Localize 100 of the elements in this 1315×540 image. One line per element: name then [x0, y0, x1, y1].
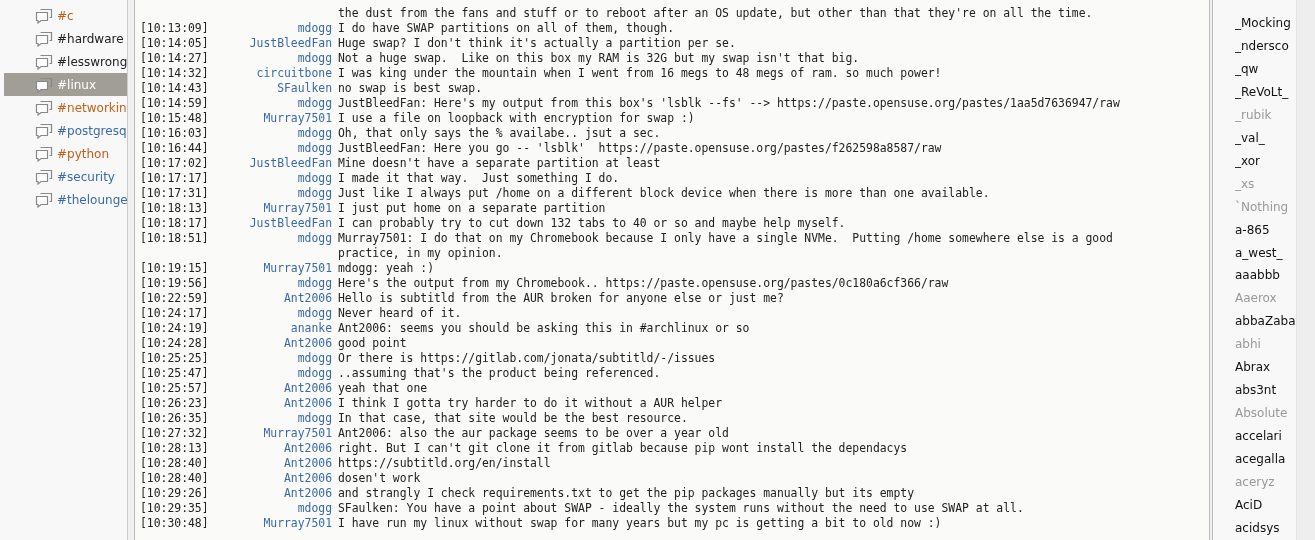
message-text: Hello is subtitld from the AUR broken for anyone else or just me?: [338, 291, 784, 306]
nickname[interactable]: Ant2006: [206, 471, 338, 486]
nickname[interactable]: mdogg: [206, 306, 338, 321]
chat-bubbles-icon: [35, 53, 53, 70]
user-name[interactable]: a-865: [1235, 218, 1296, 242]
user-name[interactable]: _ReVoLt_: [1235, 80, 1296, 104]
nickname[interactable]: mdogg: [206, 171, 338, 186]
nickname[interactable]: mdogg: [206, 276, 338, 291]
timestamp: [10:16:44]: [140, 141, 206, 156]
timestamp: [10:15:48]: [140, 111, 206, 126]
nickname[interactable]: ananke: [206, 321, 338, 336]
message-text: Never heard of it.: [338, 306, 462, 321]
message-text: practice, in my opinion.: [338, 246, 504, 261]
user-name[interactable]: `Nothing: [1235, 195, 1296, 219]
message-text: yeah that one: [338, 381, 428, 396]
nickname[interactable]: mdogg: [206, 351, 338, 366]
timestamp: [10:24:19]: [140, 321, 206, 336]
user-name[interactable]: acegalla: [1235, 448, 1296, 472]
channel-item[interactable]: #networkin: [4, 96, 127, 119]
channel-item[interactable]: #lesswrong: [4, 50, 127, 73]
timestamp: [10:17:17]: [140, 171, 206, 186]
nickname[interactable]: mdogg: [206, 21, 338, 36]
nickname[interactable]: Ant2006: [206, 381, 338, 396]
nickname[interactable]: mdogg: [206, 126, 338, 141]
nickname[interactable]: JustBleedFan: [206, 216, 338, 231]
user-name[interactable]: abbaZaba: [1235, 310, 1296, 334]
user-name[interactable]: abhi: [1235, 333, 1296, 357]
nickname[interactable]: Ant2006: [206, 456, 338, 471]
nickname[interactable]: mdogg: [206, 186, 338, 201]
nickname[interactable]: mdogg: [206, 96, 338, 111]
timestamp: [10:26:23]: [140, 396, 206, 411]
message-text: Oh, that only says the % availabe.. jsut a sec.: [338, 126, 661, 141]
message-text: Here's the output from my Chromebook.. https://paste.opensuse.org/pastes/0c180a6cf366/raw: [338, 276, 949, 291]
user-name[interactable]: accelari: [1235, 425, 1296, 449]
nickname[interactable]: SFaulken: [206, 81, 338, 96]
chat-bubbles-icon: [35, 99, 53, 116]
nickname[interactable]: JustBleedFan: [206, 156, 338, 171]
user-name[interactable]: acidsys: [1235, 516, 1296, 540]
nickname[interactable]: mdogg: [206, 51, 338, 66]
message-text: JustBleedFan: Here you go -- 'lsblk' https://paste.opensuse.org/pastes/f262598a8587/raw: [338, 141, 942, 156]
timestamp: [10:16:03]: [140, 126, 206, 141]
user-name[interactable]: Abrax: [1235, 356, 1296, 380]
user-name[interactable]: _Mocking: [1235, 12, 1296, 35]
channel-item[interactable]: #postgresq: [4, 119, 127, 142]
channel-item[interactable]: #hardware: [4, 27, 127, 50]
nickname[interactable]: Murray7501: [206, 261, 338, 276]
channel-item[interactable]: #thelounge: [4, 188, 127, 211]
nickname[interactable]: Murray7501: [206, 426, 338, 441]
user-name[interactable]: Aaerox: [1235, 287, 1296, 311]
chat-bubbles-icon: [35, 30, 53, 47]
nickname[interactable]: Murray7501: [206, 516, 338, 531]
nickname[interactable]: mdogg: [206, 141, 338, 156]
timestamp: [10:25:47]: [140, 366, 206, 381]
nickname[interactable]: Murray7501: [206, 201, 338, 216]
message-text: the dust from the fans and stuff or to reboot after an OS update, but other than that they're on all the time.: [338, 6, 1093, 21]
message-text: JustBleedFan: Here's my output from this box's 'lsblk --fs' --> https://paste.opensuse.org/pastes/1aa5d7636947/raw: [338, 96, 1120, 111]
message-text: I was king under the mountain when I went from 16 megs to 48 megs of ram. so much power!: [338, 66, 942, 81]
message-text: Just like I always put /home on a different block device when there is more than one available.: [338, 186, 990, 201]
message-text: I think I gotta try harder to do it without a AUR helper: [338, 396, 723, 411]
nickname[interactable]: Ant2006: [206, 396, 338, 411]
message-text: Huge swap? I don't think it's actually a partition per se.: [338, 36, 736, 51]
nickname[interactable]: Ant2006: [206, 441, 338, 456]
user-name[interactable]: aaabbb: [1235, 264, 1296, 288]
user-name[interactable]: _xs: [1235, 172, 1296, 196]
nickname[interactable]: mdogg: [206, 501, 338, 516]
nickname[interactable]: mdogg: [206, 366, 338, 381]
timestamp: [10:26:35]: [140, 411, 206, 426]
nickname[interactable]: circuitbone: [206, 66, 338, 81]
chat-bubbles-icon: [35, 76, 53, 93]
timestamp: [10:18:13]: [140, 201, 206, 216]
channel-item[interactable]: #security: [4, 165, 127, 188]
nickname[interactable]: Ant2006: [206, 291, 338, 306]
timestamp: [10:14:27]: [140, 51, 206, 66]
timestamp: [10:13:09]: [140, 21, 206, 36]
nickname[interactable]: Ant2006: [206, 486, 338, 501]
nickname[interactable]: Ant2006: [206, 336, 338, 351]
nickname[interactable]: mdogg: [206, 231, 338, 261]
user-name[interactable]: abs3nt: [1235, 379, 1296, 403]
user-name[interactable]: _qw: [1235, 57, 1296, 81]
message-text: I made it that way. Just something I do.: [338, 171, 620, 186]
nickname[interactable]: JustBleedFan: [206, 36, 338, 51]
channel-item[interactable]: #python: [4, 142, 127, 165]
user-name[interactable]: _val_: [1235, 126, 1296, 150]
nickname[interactable]: Murray7501: [206, 111, 338, 126]
user-name[interactable]: _rubik: [1235, 103, 1296, 127]
user-name[interactable]: _ndersco: [1235, 34, 1296, 58]
user-name[interactable]: _xor: [1235, 149, 1296, 173]
message-text: Ant2006: also the aur package seems to be over a year old: [338, 426, 729, 441]
chat-bubbles-icon: [35, 7, 53, 24]
channel-item[interactable]: #c: [4, 4, 127, 27]
message-text: mdogg: yeah :): [338, 261, 434, 276]
message-text: I just put home on a separate partition: [338, 201, 606, 216]
timestamp: [10:25:25]: [140, 351, 206, 366]
nickname[interactable]: mdogg: [206, 411, 338, 426]
user-name[interactable]: a_west_: [1235, 241, 1296, 265]
user-name[interactable]: AciD: [1235, 494, 1296, 517]
message-text: Murray7501: I do that on my Chromebook because I only have a single NVMe. Putting /home somewhere else is a good: [338, 231, 1113, 246]
timestamp: [10:24:28]: [140, 336, 206, 351]
timestamp: [10:14:59]: [140, 96, 206, 111]
message-text: no swap is best swap.: [338, 81, 482, 96]
